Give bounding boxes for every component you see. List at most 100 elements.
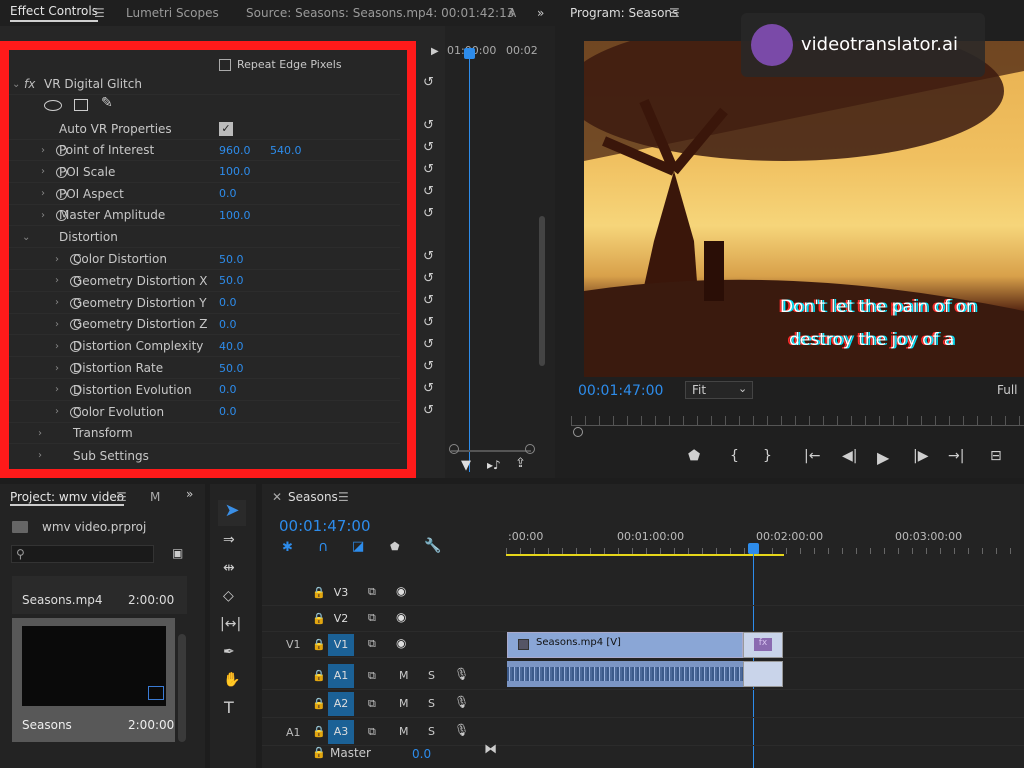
reset-icon[interactable]: ↺ — [423, 207, 439, 221]
play-only-icon[interactable]: ▶ — [431, 46, 439, 57]
reset-icon[interactable]: ↺ — [423, 360, 439, 374]
pen-tool-icon[interactable]: ✒ — [223, 644, 235, 660]
slip-tool-icon[interactable]: |↔| — [220, 616, 241, 632]
program-menu-icon[interactable]: ☰ — [669, 6, 680, 20]
reset-icon[interactable]: ↺ — [423, 338, 439, 352]
master-lock-icon[interactable]: 🔒 — [312, 746, 326, 759]
razor-tool-icon[interactable]: ◇ — [223, 588, 234, 604]
track-target[interactable]: A2 — [328, 692, 354, 716]
lock-icon[interactable]: 🔒 — [312, 638, 326, 651]
reset-icon[interactable]: ↺ — [423, 185, 439, 199]
go-to-out-icon[interactable]: →| — [948, 448, 964, 464]
project-menu-icon[interactable]: ☰ — [116, 490, 127, 504]
audio-clip[interactable] — [507, 661, 743, 687]
timeline-timecode[interactable]: 00:01:47:00 — [279, 517, 371, 535]
reset-icon[interactable]: ↺ — [423, 163, 439, 177]
lift-icon[interactable]: ⊟ — [990, 448, 1002, 464]
nest-icon[interactable]: ✱ — [282, 540, 293, 555]
mute-button[interactable]: M — [399, 725, 409, 738]
sequence-tab[interactable]: Seasons — [288, 490, 338, 504]
go-to-in-icon[interactable]: |← — [804, 448, 820, 464]
mute-button[interactable]: M — [399, 669, 409, 682]
new-bin-icon[interactable]: ▣ — [172, 546, 183, 560]
project-tab[interactable]: Project: wmv video — [10, 490, 125, 506]
sequence-menu-icon[interactable]: ☰ — [338, 490, 349, 504]
play-icon[interactable]: ▶ — [877, 448, 889, 467]
timeline-ruler[interactable]: :00:00 00:01:00:00 00:02:00:00 00:03:00:… — [506, 528, 1024, 558]
track-target[interactable]: V1 — [328, 634, 354, 656]
mini-playhead[interactable] — [469, 50, 470, 472]
program-ruler[interactable] — [571, 416, 1024, 426]
video-track-V3[interactable]: 🔒 V3 ⧉ ◉ — [262, 580, 1024, 606]
zoom-handle-left[interactable] — [449, 444, 459, 454]
effect-scrollbar[interactable] — [539, 216, 545, 366]
add-marker-icon[interactable]: ⬟ — [688, 448, 700, 464]
track-target[interactable]: V2 — [328, 608, 354, 630]
reset-icon[interactable]: ↺ — [423, 76, 439, 90]
tab-lumetri-scopes[interactable]: Lumetri Scopes — [126, 6, 219, 20]
mute-button[interactable]: M — [399, 697, 409, 710]
reset-icon[interactable]: ↺ — [423, 404, 439, 418]
more-tabs-icon[interactable]: » — [537, 6, 544, 20]
sync-lock-icon[interactable]: ⧉ — [368, 611, 376, 625]
reset-icon[interactable]: ↺ — [423, 119, 439, 133]
video-clip[interactable]: Seasons.mp4 [V] — [507, 632, 743, 658]
add-marker-timeline-icon[interactable]: ⬟ — [390, 540, 400, 553]
lock-icon[interactable]: 🔒 — [312, 586, 326, 599]
linked-selection-icon[interactable]: ◪ — [352, 539, 364, 554]
close-sequence-icon[interactable]: ✕ — [272, 490, 282, 504]
panel-menu-icon[interactable]: ☰ — [94, 6, 105, 20]
sync-lock-icon[interactable]: ⧉ — [368, 725, 376, 739]
audio-icon[interactable]: ▸♪ — [487, 458, 501, 472]
eye-icon[interactable]: ◉ — [396, 636, 406, 650]
mic-icon[interactable]: 🎙 — [454, 667, 469, 681]
video-frame[interactable]: Don't let the pain of on destroy the joy… — [584, 41, 1024, 377]
lock-icon[interactable]: 🔒 — [312, 612, 326, 625]
step-back-icon[interactable]: ◀| — [842, 448, 857, 464]
reset-icon[interactable]: ↺ — [423, 294, 439, 308]
video-clip-tail[interactable]: fx — [743, 632, 783, 658]
sync-lock-icon[interactable]: ⧉ — [368, 697, 376, 711]
mark-out-icon[interactable]: } — [763, 448, 772, 464]
track-target[interactable]: A3 — [328, 720, 354, 744]
audio-track-A3[interactable]: A1 🔒 A3 ⧉ M S 🎙 — [262, 718, 1024, 746]
program-zoom-handle[interactable] — [573, 427, 583, 437]
sync-lock-icon[interactable]: ⧉ — [368, 585, 376, 599]
type-tool-icon[interactable]: T — [224, 698, 234, 717]
program-title[interactable]: Program: Seasons — [570, 6, 678, 20]
mini-playhead-handle[interactable] — [464, 48, 475, 59]
settings-wrench-icon[interactable]: 🔧 — [424, 538, 441, 554]
export-icon[interactable]: ⇪ — [515, 456, 526, 471]
reset-icon[interactable]: ↺ — [423, 316, 439, 330]
snap-icon[interactable]: ∩ — [318, 539, 328, 555]
lock-icon[interactable]: 🔒 — [312, 669, 326, 682]
media-tab[interactable]: M — [150, 490, 160, 504]
work-area-bar[interactable] — [506, 554, 784, 556]
timeline-playhead-handle[interactable] — [748, 543, 759, 554]
audio-clip-tail[interactable] — [743, 661, 783, 687]
project-item-2[interactable]: Seasons 2:00:00 — [12, 618, 175, 742]
selection-tool-icon[interactable]: ➤ — [218, 500, 246, 526]
solo-button[interactable]: S — [428, 669, 435, 682]
solo-button[interactable]: S — [428, 725, 435, 738]
mic-icon[interactable]: 🎙 — [454, 723, 469, 737]
program-timecode[interactable]: 00:01:47:00 — [578, 383, 663, 399]
project-item-1[interactable]: Seasons.mp4 2:00:00 — [12, 576, 187, 614]
video-track-V2[interactable]: 🔒 V2 ⧉ ◉ — [262, 606, 1024, 632]
mini-zoom-bar[interactable] — [451, 450, 531, 452]
go-to-end-icon[interactable]: ⧓ — [484, 742, 497, 757]
solo-button[interactable]: S — [428, 697, 435, 710]
mark-in-icon[interactable]: { — [730, 448, 739, 464]
zoom-handle-right[interactable] — [525, 444, 535, 454]
lock-icon[interactable]: 🔒 — [312, 697, 326, 710]
filter-icon[interactable]: ▼ — [461, 458, 471, 473]
project-search-input[interactable]: ⚲ — [11, 545, 154, 563]
step-forward-icon[interactable]: |▶ — [913, 448, 928, 464]
reset-icon[interactable]: ↺ — [423, 382, 439, 396]
tab-effect-controls[interactable]: Effect Controls — [10, 4, 98, 22]
ripple-edit-tool-icon[interactable]: ⇹ — [223, 560, 235, 576]
audio-track-A2[interactable]: 🔒 A2 ⧉ M S 🎙 — [262, 690, 1024, 718]
lock-icon[interactable]: 🔒 — [312, 725, 326, 738]
more-panels-icon[interactable]: » — [186, 487, 193, 501]
tab-overflow[interactable]: A — [508, 6, 516, 20]
